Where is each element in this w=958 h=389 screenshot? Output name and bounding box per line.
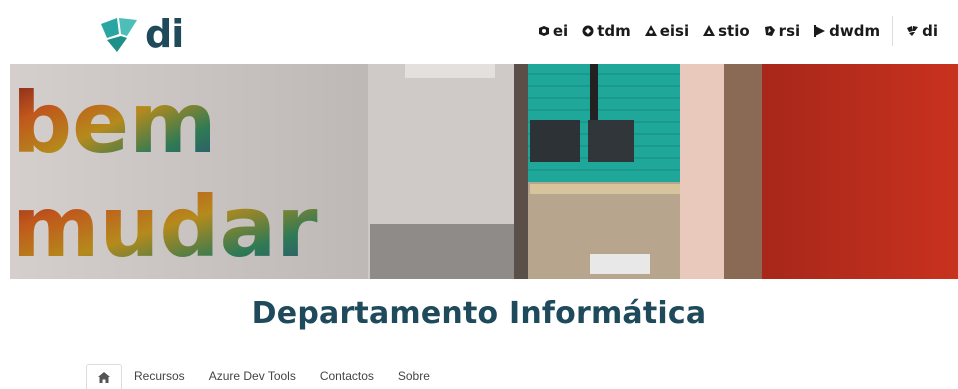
site-link-rsi[interactable]: rsi bbox=[764, 20, 800, 42]
site-link-label: stio bbox=[718, 22, 750, 40]
di-shield-icon bbox=[101, 18, 137, 52]
site-link-dwdm[interactable]: dwdm bbox=[814, 20, 880, 42]
site-link-label: tdm bbox=[597, 22, 631, 40]
site-link-label: dwdm bbox=[829, 22, 881, 40]
logo-text: di bbox=[145, 12, 184, 56]
home-icon bbox=[98, 371, 110, 383]
di-icon bbox=[907, 26, 919, 36]
eisi-icon bbox=[644, 25, 657, 36]
stio-icon bbox=[703, 25, 716, 36]
tab-sobre[interactable]: Sobre bbox=[386, 364, 442, 389]
site-link-label: eisi bbox=[659, 22, 690, 40]
site-link-eisi[interactable]: eisi bbox=[644, 20, 690, 42]
ei-icon bbox=[538, 26, 549, 36]
rsi-icon bbox=[764, 26, 775, 36]
site-link-ei[interactable]: ei bbox=[538, 20, 568, 42]
hero-photo: bem mudar bbox=[10, 64, 958, 279]
page-title: Departamento Informática bbox=[251, 296, 707, 331]
tab-contactos[interactable]: Contactos bbox=[308, 364, 386, 389]
site-link-di[interactable]: di bbox=[907, 20, 938, 42]
site-link-label: di bbox=[922, 22, 938, 40]
site-link-label: ei bbox=[552, 22, 569, 40]
top-bar: di ei tdm eisi stio rsi dwdm di bbox=[0, 0, 958, 64]
dwdm-icon bbox=[814, 25, 826, 37]
site-link-tdm[interactable]: tdm bbox=[582, 20, 631, 42]
site-switcher: ei tdm eisi stio rsi dwdm di bbox=[524, 16, 938, 46]
hero-banner: bem mudar bbox=[10, 64, 958, 279]
tab-azure-dev-tools[interactable]: Azure Dev Tools bbox=[197, 364, 308, 389]
section-tabs: Recursos Azure Dev Tools Contactos Sobre bbox=[86, 364, 442, 389]
tab-home[interactable] bbox=[86, 364, 122, 389]
sign-line-1: bem bbox=[12, 74, 217, 172]
tab-recursos[interactable]: Recursos bbox=[122, 364, 197, 389]
site-logo[interactable]: di bbox=[97, 12, 184, 56]
site-link-stio[interactable]: stio bbox=[703, 20, 750, 42]
sign-line-2: mudar bbox=[12, 178, 318, 276]
tdm-icon bbox=[582, 25, 594, 37]
site-link-label: rsi bbox=[778, 22, 801, 40]
site-separator bbox=[892, 16, 894, 46]
